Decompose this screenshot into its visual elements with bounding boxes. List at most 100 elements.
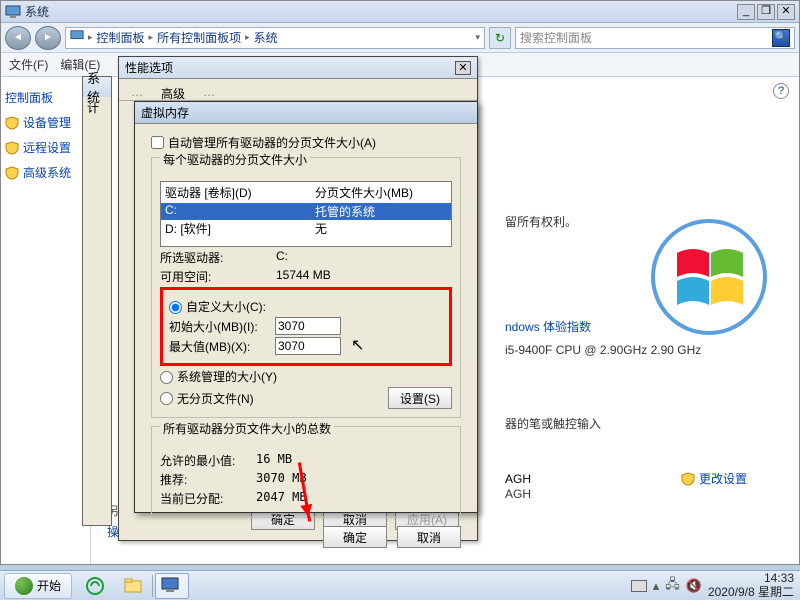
totals-legend: 所有驱动器分页文件大小的总数: [160, 420, 334, 437]
search-input[interactable]: 搜索控制面板 🔍: [515, 27, 795, 49]
initial-size-label: 初始大小(MB)(I):: [169, 318, 269, 335]
sidebar-advanced[interactable]: 高级系统: [5, 164, 86, 181]
sys-managed-input[interactable]: [160, 371, 173, 384]
volume-icon[interactable]: 🔇: [686, 578, 702, 594]
auto-manage-label: 自动管理所有驱动器的分页文件大小(A): [168, 134, 376, 151]
drive-list[interactable]: 驱动器 [卷标](D)分页文件大小(MB) C:托管的系统 D: [软件]无: [160, 181, 452, 247]
workgroup-text: AGH: [505, 472, 531, 486]
drive-row-d[interactable]: D: [软件]无: [161, 220, 451, 237]
workgroup-text2: AGH: [505, 487, 775, 501]
nav-bar: ◄ ► ▸ 控制面板 ▸ 所有控制面板项 ▸ 系统 ▾ ↻ 搜索控制面板 🔍: [1, 23, 799, 53]
keyboard-icon[interactable]: [631, 580, 647, 592]
sidebar-remote[interactable]: 远程设置: [5, 139, 86, 156]
start-button[interactable]: 开始: [4, 573, 72, 599]
chevron-right-icon: ▸: [245, 32, 250, 43]
help-button[interactable]: ?: [773, 83, 789, 99]
shield-icon: [5, 116, 19, 130]
start-orb-icon: [15, 577, 33, 595]
tab-visual[interactable]: …: [131, 85, 143, 100]
selected-drive-label: 所选驱动器:: [160, 249, 270, 266]
vm-titlebar[interactable]: 虚拟内存: [135, 102, 477, 124]
vm-title: 虚拟内存: [141, 104, 189, 121]
shield-icon: [5, 141, 19, 155]
per-drive-group: 每个驱动器的分页文件大小 驱动器 [卷标](D)分页文件大小(MB) C:托管的…: [151, 157, 461, 418]
breadcrumb[interactable]: 系统: [254, 29, 278, 46]
custom-size-radio[interactable]: 自定义大小(C):: [169, 298, 443, 315]
rec-label: 推荐:: [160, 471, 250, 488]
close-button[interactable]: ✕: [777, 4, 795, 20]
set-button[interactable]: 设置(S): [388, 387, 452, 409]
no-pagefile-label: 无分页文件(N): [177, 390, 254, 407]
custom-radio-input[interactable]: [169, 301, 182, 314]
highlight-box: 自定义大小(C): 初始大小(MB)(I): 最大值(MB)(X): ↖: [160, 287, 452, 366]
clock[interactable]: 14:33 2020/9/8 星期二: [708, 572, 794, 598]
min-label: 允许的最小值:: [160, 452, 250, 469]
change-settings-link[interactable]: 更改设置: [681, 470, 747, 487]
avail-space-value: 15744 MB: [276, 268, 331, 285]
hdr-size: 分页文件大小(MB): [315, 184, 447, 201]
tray-chevron-icon[interactable]: ▴: [653, 578, 660, 594]
search-go-button[interactable]: 🔍: [772, 29, 790, 47]
no-pagefile-radio[interactable]: 无分页文件(N): [160, 390, 388, 407]
taskbar: 开始 ▴ 🖧 🔇 14:33 2020/9/8 星期二: [0, 570, 800, 600]
auto-manage-checkbox[interactable]: 自动管理所有驱动器的分页文件大小(A): [151, 134, 461, 151]
dropdown-icon[interactable]: ▾: [475, 32, 480, 43]
minimize-button[interactable]: _: [737, 4, 755, 20]
location-bar[interactable]: ▸ 控制面板 ▸ 所有控制面板项 ▸ 系统 ▾: [65, 27, 485, 49]
breadcrumb[interactable]: 控制面板: [97, 29, 145, 46]
tab-dep[interactable]: …: [203, 85, 215, 100]
avail-space-label: 可用空间:: [160, 268, 270, 285]
pen-info: 器的笔或触控输入: [505, 415, 775, 432]
search-placeholder: 搜索控制面板: [520, 29, 592, 46]
back-button[interactable]: ◄: [5, 26, 31, 50]
taskbar-browser-icon[interactable]: [78, 573, 112, 599]
chevron-right-icon: ▸: [149, 32, 154, 43]
virtual-memory-dialog: 虚拟内存 自动管理所有驱动器的分页文件大小(A) 每个驱动器的分页文件大小 驱动…: [134, 101, 478, 513]
group-legend: 每个驱动器的分页文件大小: [160, 151, 310, 168]
shield-icon: [681, 472, 695, 486]
shield-icon: [5, 166, 19, 180]
max-size-label: 最大值(MB)(X):: [169, 338, 269, 355]
initial-size-input[interactable]: [275, 317, 341, 335]
no-pagefile-input[interactable]: [160, 392, 173, 405]
perf-title: 性能选项: [125, 59, 173, 76]
max-size-input[interactable]: [275, 337, 341, 355]
close-button[interactable]: ✕: [455, 61, 471, 75]
network-icon[interactable]: 🖧: [665, 575, 680, 597]
auto-manage-input[interactable]: [151, 136, 164, 149]
perf-titlebar[interactable]: 性能选项 ✕: [119, 57, 477, 79]
computer-icon: [5, 4, 21, 20]
sys-managed-label: 系统管理的大小(Y): [177, 368, 277, 385]
file-menu[interactable]: 文件(F): [9, 56, 48, 73]
tab-advanced[interactable]: 高级: [161, 85, 185, 100]
ok-button[interactable]: 确定: [323, 526, 387, 548]
sysprops-title: 系统: [83, 77, 111, 97]
restore-button[interactable]: ❐: [757, 4, 775, 20]
selected-drive-value: C:: [276, 249, 288, 266]
sidebar-control-panel[interactable]: 控制面板: [5, 89, 86, 106]
titlebar[interactable]: 系统 _ ❐ ✕: [1, 1, 799, 23]
start-label: 开始: [37, 577, 61, 594]
time-text: 14:33: [708, 572, 794, 585]
taskbar-app-icon[interactable]: [155, 573, 189, 599]
windows-logo-icon: [649, 217, 769, 337]
window-title: 系统: [25, 3, 737, 20]
refresh-button[interactable]: ↻: [489, 27, 511, 49]
cpu-info: i5-9400F CPU @ 2.90GHz 2.90 GHz: [505, 343, 775, 357]
sys-managed-radio[interactable]: 系统管理的大小(Y): [160, 368, 452, 385]
computer-icon: [70, 29, 84, 46]
system-tray: ▴ 🖧 🔇 14:33 2020/9/8 星期二: [625, 572, 800, 598]
breadcrumb[interactable]: 所有控制面板项: [157, 29, 241, 46]
taskbar-explorer-icon[interactable]: [116, 573, 150, 599]
custom-label: 自定义大小(C):: [186, 298, 266, 315]
forward-button[interactable]: ►: [35, 26, 61, 50]
sidebar-device-manager[interactable]: 设备管理: [5, 114, 86, 131]
cur-label: 当前已分配:: [160, 490, 250, 507]
drive-row-c[interactable]: C:托管的系统: [161, 203, 451, 220]
cur-value: 2047 MB: [256, 490, 307, 507]
chevron-right-icon: ▸: [88, 32, 93, 43]
system-properties-window[interactable]: 系统 计: [82, 76, 112, 526]
date-text: 2020/9/8 星期二: [708, 586, 794, 599]
min-value: 16 MB: [256, 452, 292, 469]
cancel-button[interactable]: 取消: [397, 526, 461, 548]
